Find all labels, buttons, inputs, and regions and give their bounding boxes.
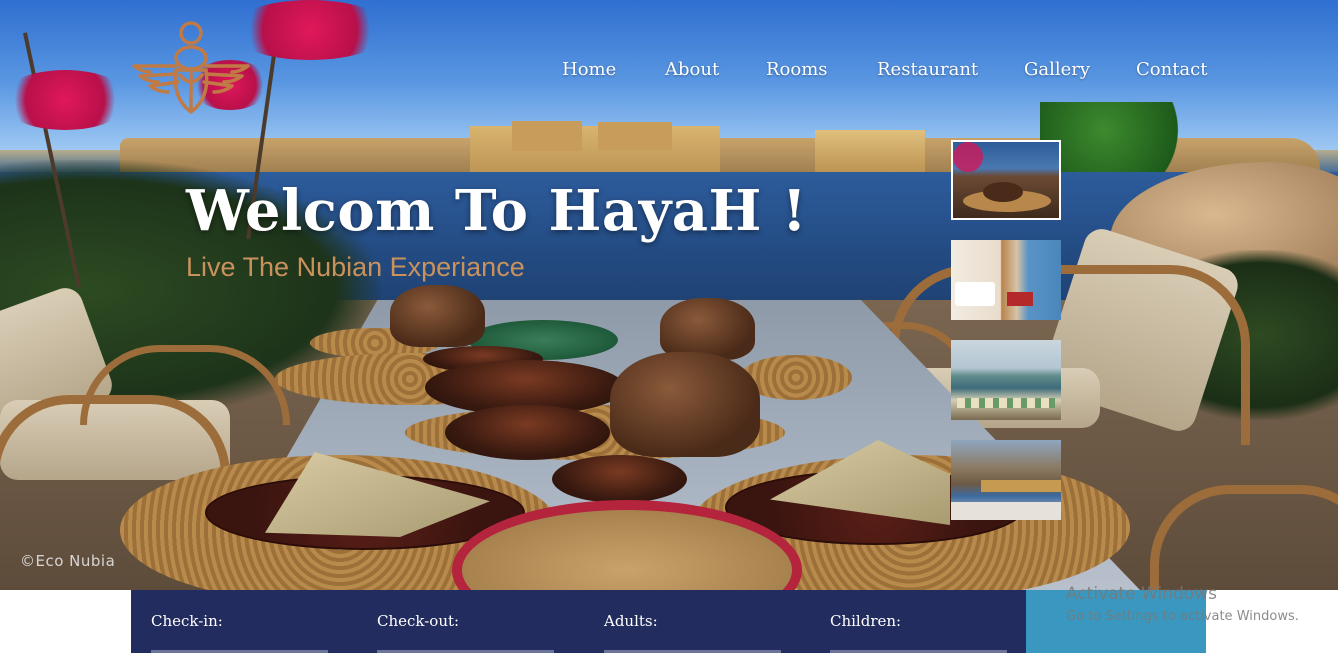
checkin-label: Check-in: (151, 612, 223, 630)
trees (1040, 102, 1200, 172)
nav-rooms[interactable]: Rooms (766, 59, 828, 80)
scarab-logo-icon[interactable] (128, 20, 254, 118)
hero-subtitle: Live The Nubian Experiance (186, 252, 525, 282)
booking-form: Check-in: Check-out: Adults: Children: (131, 590, 1026, 653)
clay-pot (390, 285, 485, 347)
thumbnail-pool[interactable] (951, 340, 1061, 420)
photo-watermark: ©Eco Nubia (20, 552, 116, 570)
clay-pot (660, 298, 755, 360)
temple-pylon (512, 121, 582, 151)
bougainvillea-flowers (230, 0, 390, 60)
children-label: Children: (830, 612, 902, 630)
adults-label: Adults: (604, 612, 658, 630)
thumbnail-dining[interactable] (951, 140, 1061, 220)
serving-bowl (445, 405, 610, 460)
nav-restaurant[interactable]: Restaurant (877, 59, 978, 80)
activate-windows-subtitle: Go to Settings to activate Windows. (1066, 609, 1299, 624)
serving-bowl (552, 455, 687, 503)
hero-title: Welcom To HayaH ! (186, 178, 808, 244)
activate-windows-title: Activate Windows (1066, 584, 1217, 604)
thumbnail-rooftop[interactable] (951, 440, 1061, 520)
nav-contact[interactable]: Contact (1136, 59, 1207, 80)
thumbnail-room[interactable] (951, 240, 1061, 320)
checkout-label: Check-out: (377, 612, 460, 630)
bougainvillea-flowers (0, 70, 130, 130)
nav-gallery[interactable]: Gallery (1024, 59, 1090, 80)
clay-pot (610, 352, 760, 457)
nav-about[interactable]: About (665, 59, 719, 80)
nav-home[interactable]: Home (562, 59, 616, 80)
temple-pylon (598, 122, 672, 150)
